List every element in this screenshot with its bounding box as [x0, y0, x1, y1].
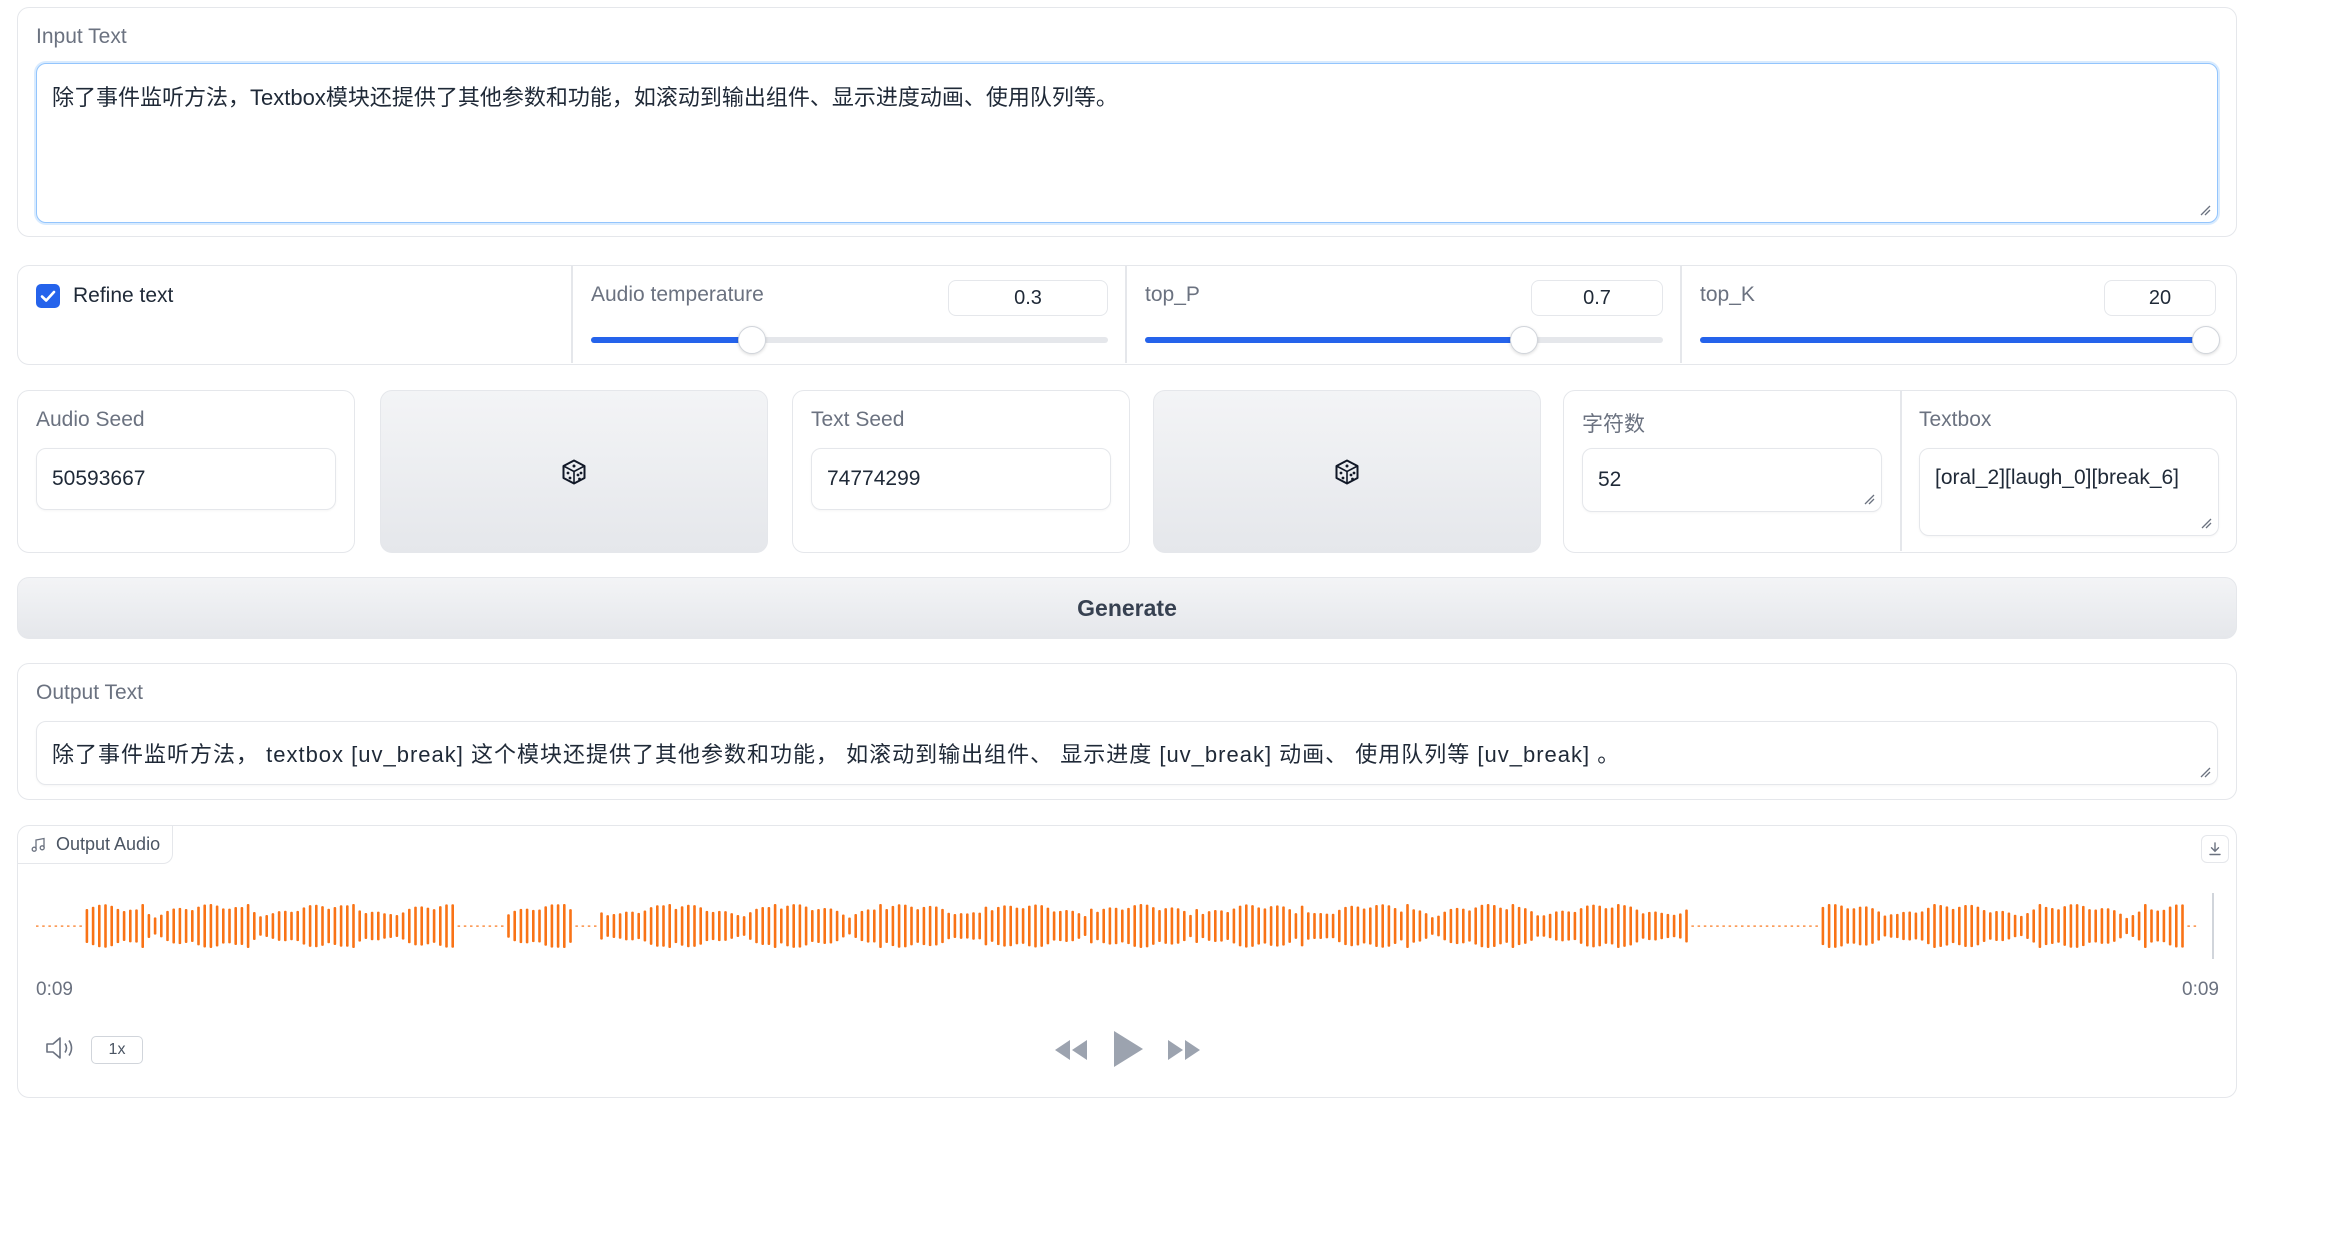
text-seed-label: Text Seed	[811, 408, 905, 431]
playback-speed-button[interactable]: 1x	[91, 1036, 143, 1064]
total-time: 0:09	[2182, 979, 2219, 1000]
dice-icon	[562, 459, 586, 484]
top-k-slider[interactable]	[1700, 326, 2220, 354]
audio-seed-label: Audio Seed	[36, 408, 145, 431]
textbox-label: Textbox	[1919, 408, 1992, 431]
top-k-input[interactable]: 20	[2104, 280, 2216, 316]
generate-button[interactable]: Generate	[17, 577, 2237, 639]
rewind-icon[interactable]	[1053, 1038, 1089, 1062]
output-audio-tag: Output Audio	[18, 826, 174, 864]
output-audio-panel: Output Audio 0:09 0:09 1x	[17, 825, 2237, 1098]
text-seed-panel: Text Seed 74774299	[792, 390, 1130, 553]
char-count-value: 52	[1598, 468, 1622, 491]
random-audio-seed-button[interactable]	[380, 390, 768, 553]
refine-text-checkbox[interactable]	[36, 284, 60, 308]
top-p-slider[interactable]	[1145, 326, 1663, 354]
char-count-input[interactable]: 52	[1582, 448, 1882, 512]
audio-seed-panel: Audio Seed 50593667	[17, 390, 355, 553]
current-time: 0:09	[36, 979, 73, 1000]
audio-temperature-label: Audio temperature	[591, 283, 764, 306]
audio-seed-value: 50593667	[52, 467, 146, 490]
top-p-input[interactable]: 0.7	[1531, 280, 1663, 316]
controls-row: Refine text Audio temperature 0.3 top_P …	[17, 265, 2237, 365]
play-icon[interactable]	[1111, 1029, 1145, 1069]
divider	[1125, 266, 1127, 363]
dice-icon	[1335, 459, 1359, 484]
resize-grip-icon[interactable]	[2199, 766, 2211, 778]
divider	[1900, 391, 1902, 551]
output-text-value: 除了事件监听方法， textbox [uv_break] 这个模块还提供了其他参…	[52, 742, 1621, 767]
output-audio-label: Output Audio	[56, 834, 161, 854]
slider-thumb[interactable]	[738, 326, 767, 354]
volume-icon[interactable]	[44, 1034, 78, 1062]
output-text-label: Output Text	[36, 681, 144, 704]
resize-grip-icon[interactable]	[2200, 517, 2212, 529]
divider	[571, 266, 573, 363]
resize-grip-icon[interactable]	[2199, 204, 2211, 216]
music-note-icon	[31, 837, 45, 852]
audio-temperature-input[interactable]: 0.3	[948, 280, 1108, 316]
output-text-panel: Output Text 除了事件监听方法， textbox [uv_break]…	[17, 663, 2237, 800]
audio-seed-input[interactable]: 50593667	[36, 448, 336, 510]
generate-button-label: Generate	[1077, 594, 1177, 621]
fast-forward-icon[interactable]	[1166, 1038, 1202, 1062]
audio-waveform[interactable]	[36, 881, 2236, 971]
input-text-area[interactable]: 除了事件监听方法，Textbox模块还提供了其他参数和功能，如滚动到输出组件、显…	[36, 63, 2218, 223]
refine-text-label: Refine text	[73, 284, 174, 307]
divider	[1680, 266, 1682, 363]
input-text-panel: Input Text 除了事件监听方法，Textbox模块还提供了其他参数和功能…	[17, 7, 2237, 237]
top-k-label: top_K	[1700, 283, 1755, 306]
input-text-label: Input Text	[36, 25, 127, 48]
random-text-seed-button[interactable]	[1153, 390, 1541, 553]
top-p-label: top_P	[1145, 283, 1200, 306]
char-count-label: 字符数	[1582, 413, 1645, 436]
textbox-value: [oral_2][laugh_0][break_6]	[1935, 466, 2180, 489]
download-icon	[2209, 842, 2221, 856]
output-text-area[interactable]: 除了事件监听方法， textbox [uv_break] 这个模块还提供了其他参…	[36, 721, 2218, 785]
char-count-textbox-panel: 字符数 52 Textbox [oral_2][laugh_0][break_6…	[1563, 390, 2237, 553]
slider-thumb[interactable]	[1510, 326, 1539, 354]
resize-grip-icon[interactable]	[1863, 493, 1875, 505]
slider-thumb[interactable]	[2192, 326, 2220, 354]
text-seed-input[interactable]: 74774299	[811, 448, 1111, 510]
input-text-value: 除了事件监听方法，Textbox模块还提供了其他参数和功能，如滚动到输出组件、显…	[52, 85, 1118, 110]
textbox-input[interactable]: [oral_2][laugh_0][break_6]	[1919, 448, 2219, 536]
text-seed-value: 74774299	[827, 467, 921, 490]
audio-temperature-slider[interactable]	[591, 326, 1108, 354]
checkmark-icon	[40, 290, 56, 302]
download-button[interactable]	[2201, 835, 2229, 863]
